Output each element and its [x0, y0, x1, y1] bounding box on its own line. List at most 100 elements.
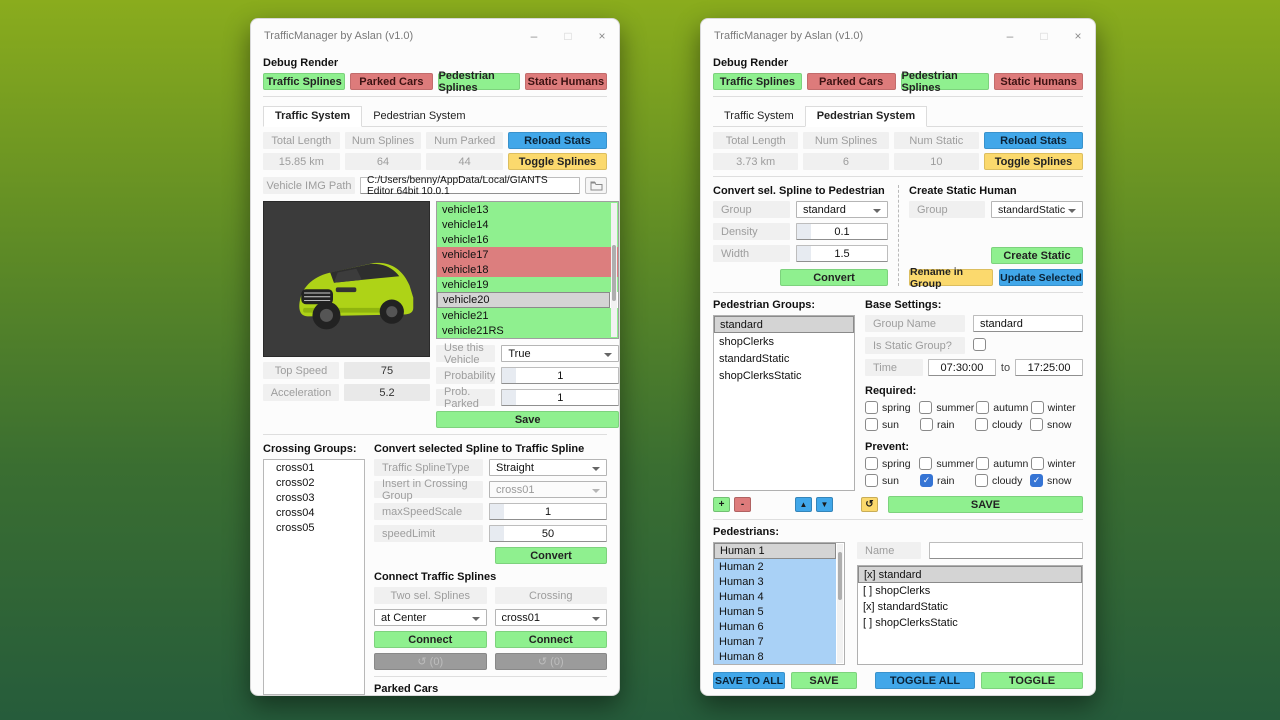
pedestrian-group-dropdown[interactable]: standard: [796, 201, 888, 218]
required-rain-checkbox[interactable]: [920, 418, 933, 431]
move-group-up-button[interactable]: ▲: [795, 497, 812, 512]
titlebar[interactable]: TrafficManager by Aslan (v1.0) – □ ×: [701, 19, 1095, 52]
crossing-group-item[interactable]: cross02: [264, 475, 364, 490]
convert-pedestrian-button[interactable]: Convert: [780, 269, 888, 286]
debug-pedestrian-splines-button[interactable]: Pedestrian Splines: [901, 73, 990, 90]
pedestrian-group-item-selected[interactable]: standard: [714, 316, 854, 333]
vehicle-list-item[interactable]: vehicle16: [437, 232, 618, 247]
prevent-autumn-checkbox[interactable]: [976, 457, 989, 470]
pedestrian-group-item[interactable]: standardStatic: [714, 350, 854, 367]
maximize-button[interactable]: □: [1027, 19, 1061, 52]
save-group-button[interactable]: SAVE: [888, 496, 1083, 513]
human-list-item[interactable]: Human 4: [714, 589, 836, 604]
tab-traffic-system[interactable]: Traffic System: [713, 107, 805, 126]
tab-traffic-system[interactable]: Traffic System: [263, 106, 362, 127]
minimize-button[interactable]: –: [993, 19, 1027, 52]
add-group-button[interactable]: +: [713, 497, 730, 512]
vehicle-list-scrollbar[interactable]: [611, 203, 617, 337]
group-name-input[interactable]: standard: [973, 315, 1083, 332]
required-snow-checkbox[interactable]: [1030, 418, 1043, 431]
pedestrian-groups-list[interactable]: standard shopClerks standardStatic shopC…: [713, 315, 855, 491]
use-vehicle-dropdown[interactable]: True: [501, 345, 619, 362]
debug-traffic-splines-button[interactable]: Traffic Splines: [713, 73, 802, 90]
required-cloudy-checkbox[interactable]: [975, 418, 988, 431]
vehicle-list-item-selected[interactable]: vehicle20: [437, 292, 610, 308]
save-vehicle-button[interactable]: Save: [436, 411, 619, 428]
width-input[interactable]: 1.5: [796, 245, 888, 262]
density-input[interactable]: 0.1: [796, 223, 888, 240]
spline-type-dropdown[interactable]: Straight: [489, 459, 607, 476]
reload-stats-button[interactable]: Reload Stats: [984, 132, 1083, 149]
reload-stats-button[interactable]: Reload Stats: [508, 132, 607, 149]
debug-static-humans-button[interactable]: Static Humans: [994, 73, 1083, 90]
required-sun-checkbox[interactable]: [865, 418, 878, 431]
maximize-button[interactable]: □: [551, 19, 585, 52]
insert-crossing-group-dropdown[interactable]: cross01: [489, 481, 607, 498]
toggle-button[interactable]: TOGGLE: [981, 672, 1083, 689]
human-list-item[interactable]: Human 3: [714, 574, 836, 589]
minimize-button[interactable]: –: [517, 19, 551, 52]
toggle-all-button[interactable]: TOGGLE ALL: [875, 672, 975, 689]
human-list-item[interactable]: Human 7: [714, 634, 836, 649]
membership-item[interactable]: [ ] shopClerks: [858, 583, 1082, 599]
max-speed-scale-input[interactable]: 1: [489, 503, 607, 520]
membership-item[interactable]: [ ] shopClerksStatic: [858, 615, 1082, 631]
vehicle-list-item[interactable]: vehicle21RS: [437, 323, 618, 338]
time-to-input[interactable]: 17:25:00: [1015, 359, 1083, 376]
scrollbar-thumb[interactable]: [612, 245, 616, 301]
required-summer-checkbox[interactable]: [919, 401, 932, 414]
connect-crossing-button[interactable]: Connect: [495, 631, 608, 648]
debug-traffic-splines-button[interactable]: Traffic Splines: [263, 73, 345, 90]
toggle-splines-button[interactable]: Toggle Splines: [984, 153, 1083, 170]
prevent-spring-checkbox[interactable]: [865, 457, 878, 470]
connect-crossing-dropdown[interactable]: cross01: [495, 609, 608, 626]
human-name-input[interactable]: [929, 542, 1083, 559]
vehicle-img-path-input[interactable]: C:/Users/benny/AppData/Local/GIANTS Edit…: [360, 177, 580, 194]
tab-pedestrian-system[interactable]: Pedestrian System: [362, 107, 476, 126]
pedestrian-group-item[interactable]: shopClerksStatic: [714, 367, 854, 384]
connect-position-dropdown[interactable]: at Center: [374, 609, 487, 626]
human-list-item[interactable]: Human 8: [714, 649, 836, 664]
prevent-cloudy-checkbox[interactable]: [975, 474, 988, 487]
speed-limit-input[interactable]: 50: [489, 525, 607, 542]
refresh-groups-button[interactable]: ↺: [861, 497, 878, 512]
close-button[interactable]: ×: [1061, 19, 1095, 52]
required-autumn-checkbox[interactable]: [976, 401, 989, 414]
vehicle-list-item[interactable]: vehicle19: [437, 277, 618, 292]
human-group-membership-list[interactable]: [x] standard [ ] shopClerks [x] standard…: [857, 565, 1083, 665]
crossing-group-item[interactable]: cross04: [264, 505, 364, 520]
crossing-groups-list[interactable]: cross01 cross02 cross03 cross04 cross05: [263, 459, 365, 695]
prevent-summer-checkbox[interactable]: [919, 457, 932, 470]
prob-parked-input[interactable]: 1: [501, 389, 619, 406]
toggle-splines-button[interactable]: Toggle Splines: [508, 153, 607, 170]
connect-splines-button[interactable]: Connect: [374, 631, 487, 648]
vehicle-list-item[interactable]: vehicle18: [437, 262, 618, 277]
pedestrians-list[interactable]: Human 1 Human 2 Human 3 Human 4 Human 5 …: [713, 542, 845, 665]
probability-input[interactable]: 1: [501, 367, 619, 384]
create-static-button[interactable]: Create Static: [991, 247, 1083, 264]
save-to-all-button[interactable]: SAVE TO ALL: [713, 672, 785, 689]
required-winter-checkbox[interactable]: [1031, 401, 1044, 414]
vehicle-list-item[interactable]: vehicle17: [437, 247, 618, 262]
static-group-dropdown[interactable]: standardStatic: [991, 201, 1083, 218]
titlebar[interactable]: TrafficManager by Aslan (v1.0) – □ ×: [251, 19, 619, 52]
time-from-input[interactable]: 07:30:00: [928, 359, 996, 376]
human-list-item-selected[interactable]: Human 1: [714, 543, 836, 559]
debug-parked-cars-button[interactable]: Parked Cars: [807, 73, 896, 90]
vehicle-list[interactable]: vehicle13 vehicle14 vehicle16 vehicle17 …: [436, 201, 619, 339]
acceleration-value[interactable]: 5.2: [344, 384, 430, 401]
human-list-item[interactable]: Human 5: [714, 604, 836, 619]
prevent-winter-checkbox[interactable]: [1031, 457, 1044, 470]
prevent-snow-checkbox[interactable]: [1030, 474, 1043, 487]
pedestrian-group-item[interactable]: shopClerks: [714, 333, 854, 350]
crossing-group-item[interactable]: cross03: [264, 490, 364, 505]
rename-in-group-button[interactable]: Rename in Group: [909, 269, 993, 286]
vehicle-list-item[interactable]: vehicle21: [437, 308, 618, 323]
tab-pedestrian-system[interactable]: Pedestrian System: [805, 106, 927, 127]
remove-group-button[interactable]: -: [734, 497, 751, 512]
update-selected-button[interactable]: Update Selected: [999, 269, 1083, 286]
required-spring-checkbox[interactable]: [865, 401, 878, 414]
prevent-rain-checkbox[interactable]: [920, 474, 933, 487]
is-static-group-checkbox[interactable]: [973, 338, 986, 351]
browse-folder-button[interactable]: [585, 177, 607, 194]
